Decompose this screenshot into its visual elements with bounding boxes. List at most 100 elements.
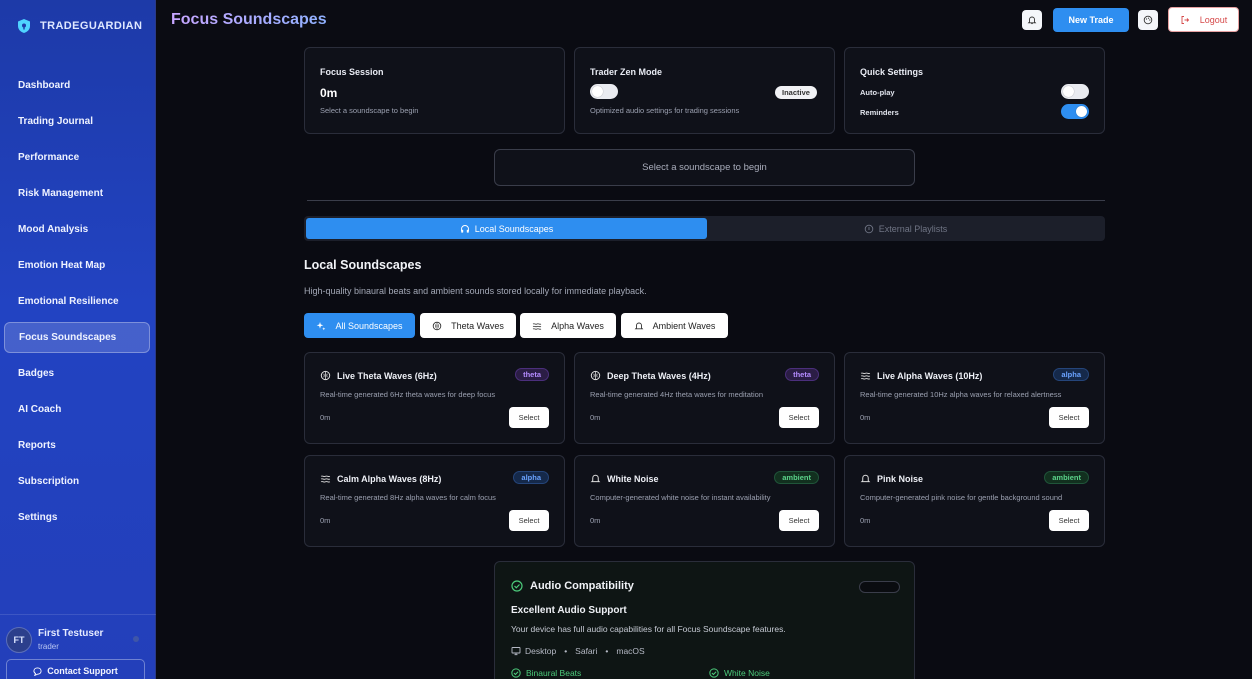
waves-icon	[532, 322, 542, 330]
filter-theta-label: Theta Waves	[451, 320, 504, 331]
soundscape-name: Live Theta Waves (6Hz)	[337, 370, 437, 381]
brain-icon	[590, 370, 601, 381]
shield-logo-icon	[18, 19, 30, 33]
audio-support-desc: Your device has full audio capabilities …	[511, 624, 786, 634]
filter-alpha-button[interactable]: Alpha Waves	[520, 313, 616, 338]
soundscape-title: White Noise	[590, 473, 659, 484]
sidebar-item-trading-journal[interactable]: Trading Journal	[4, 106, 150, 137]
soundscape-title: Calm Alpha Waves (8Hz)	[320, 473, 441, 484]
quick-settings-title: Quick Settings	[860, 67, 924, 77]
category-badge: theta	[785, 368, 819, 381]
filter-all-label: All Soundscapes	[335, 320, 403, 331]
logout-button[interactable]: Logout	[1168, 7, 1239, 32]
new-trade-button[interactable]: New Trade	[1053, 8, 1129, 32]
zen-mode-desc: Optimized audio settings for trading ses…	[590, 106, 740, 115]
soundscape-desc: Real-time generated 8Hz alpha waves for …	[320, 493, 496, 502]
theme-button[interactable]	[1138, 10, 1158, 30]
filter-all-button[interactable]: All Soundscapes	[304, 313, 415, 338]
user-profile[interactable]: FT First Testuser trader	[0, 614, 156, 654]
soundscape-card[interactable]: Pink Noise ambient Computer-generated pi…	[844, 455, 1105, 547]
select-button[interactable]: Select	[509, 510, 549, 531]
check-circle-icon	[709, 668, 719, 678]
sparkles-icon	[317, 321, 326, 330]
soundscape-duration: 0m	[320, 413, 331, 422]
user-role: trader	[38, 642, 59, 651]
sidebar: TRADEGUARDIAN Dashboard Trading Journal …	[0, 0, 156, 679]
sidebar-item-ai-coach[interactable]: AI Coach	[4, 394, 150, 425]
filter-theta-button[interactable]: Theta Waves	[420, 313, 516, 338]
filter-ambient-button[interactable]: Ambient Waves	[621, 313, 728, 338]
soundscape-card[interactable]: Live Alpha Waves (10Hz) alpha Real-time …	[844, 352, 1105, 444]
sidebar-item-risk-management[interactable]: Risk Management	[4, 178, 150, 209]
collapse-toggle[interactable]	[859, 581, 900, 593]
zen-mode-toggle[interactable]	[590, 84, 618, 99]
category-badge: ambient	[1044, 471, 1089, 484]
palette-icon	[1143, 15, 1153, 25]
soundscape-duration: 0m	[860, 516, 871, 525]
section-title: Local Soundscapes	[304, 258, 422, 272]
reminders-toggle[interactable]	[1061, 104, 1089, 119]
soundscape-card[interactable]: Deep Theta Waves (4Hz) theta Real-time g…	[574, 352, 835, 444]
contact-support-button[interactable]: Contact Support	[6, 659, 145, 679]
separator-dot-icon: •	[564, 646, 568, 656]
select-button[interactable]: Select	[1049, 407, 1089, 428]
feature-white-noise-label: White Noise	[724, 668, 770, 678]
select-button[interactable]: Select	[509, 407, 549, 428]
sidebar-nav: Dashboard Trading Journal Performance Ri…	[0, 70, 156, 538]
autoplay-toggle[interactable]	[1061, 84, 1089, 99]
tab-local-soundscapes[interactable]: Local Soundscapes	[306, 218, 707, 239]
category-badge: alpha	[1053, 368, 1089, 381]
sidebar-item-settings[interactable]: Settings	[4, 502, 150, 533]
soundscape-desc: Real-time generated 10Hz alpha waves for…	[860, 390, 1062, 399]
focus-session-title: Focus Session	[320, 67, 384, 77]
tab-local-label: Local Soundscapes	[474, 223, 554, 234]
sidebar-item-dashboard[interactable]: Dashboard	[4, 70, 150, 101]
select-button[interactable]: Select	[779, 407, 819, 428]
feature-binaural-label: Binaural Beats	[526, 668, 582, 678]
select-button[interactable]: Select	[779, 510, 819, 531]
zen-mode-card: Trader Zen Mode Inactive Optimized audio…	[574, 47, 835, 134]
soundscape-card[interactable]: White Noise ambient Computer-generated w…	[574, 455, 835, 547]
sidebar-item-performance[interactable]: Performance	[4, 142, 150, 173]
logout-label: Logout	[1199, 14, 1228, 25]
soundscape-card[interactable]: Live Theta Waves (6Hz) theta Real-time g…	[304, 352, 565, 444]
autoplay-label: Auto-play	[860, 88, 895, 97]
soundscape-duration: 0m	[590, 516, 601, 525]
separator-dot-icon: •	[605, 646, 609, 656]
brand-logo[interactable]: TRADEGUARDIAN	[16, 18, 142, 34]
device-type: Desktop	[525, 646, 557, 656]
sidebar-item-emotional-resilience[interactable]: Emotional Resilience	[4, 286, 150, 317]
filter-ambient-label: Ambient Waves	[652, 320, 716, 331]
sidebar-item-badges[interactable]: Badges	[4, 358, 150, 389]
feature-white-noise: White Noise	[709, 668, 770, 678]
soundscape-name: Live Alpha Waves (10Hz)	[877, 370, 983, 381]
sidebar-item-reports[interactable]: Reports	[4, 430, 150, 461]
soundscape-name: Deep Theta Waves (4Hz)	[607, 370, 711, 381]
category-badge: alpha	[513, 471, 549, 484]
soundscape-title: Deep Theta Waves (4Hz)	[590, 370, 711, 381]
soundscape-name: White Noise	[607, 473, 659, 484]
bell-icon	[590, 474, 601, 483]
reminders-label: Reminders	[860, 108, 899, 117]
soundscape-desc: Computer-generated white noise for insta…	[590, 493, 771, 502]
player-panel: Select a soundscape to begin	[494, 149, 915, 186]
sidebar-item-focus-soundscapes[interactable]: Focus Soundscapes	[4, 322, 150, 353]
notifications-button[interactable]	[1022, 10, 1042, 30]
sidebar-item-emotion-heat-map[interactable]: Emotion Heat Map	[4, 250, 150, 281]
focus-session-card: Focus Session 0m Select a soundscape to …	[304, 47, 565, 134]
zen-status-badge: Inactive	[775, 86, 817, 99]
waves-icon	[860, 372, 871, 380]
player-placeholder: Select a soundscape to begin	[642, 162, 767, 173]
bell-icon	[1027, 16, 1037, 25]
sidebar-item-subscription[interactable]: Subscription	[4, 466, 150, 497]
select-button[interactable]: Select	[1049, 510, 1089, 531]
source-tabs: Local Soundscapes External Playlists	[304, 216, 1105, 241]
soundscape-duration: 0m	[590, 413, 601, 422]
device-info: Desktop • Safari • macOS	[511, 646, 645, 656]
tab-external-playlists[interactable]: External Playlists	[708, 218, 1103, 239]
logout-icon	[1181, 15, 1189, 24]
sidebar-item-mood-analysis[interactable]: Mood Analysis	[4, 214, 150, 245]
headphones-icon	[460, 224, 469, 233]
status-dot-icon	[133, 636, 139, 642]
soundscape-card[interactable]: Calm Alpha Waves (8Hz) alpha Real-time g…	[304, 455, 565, 547]
